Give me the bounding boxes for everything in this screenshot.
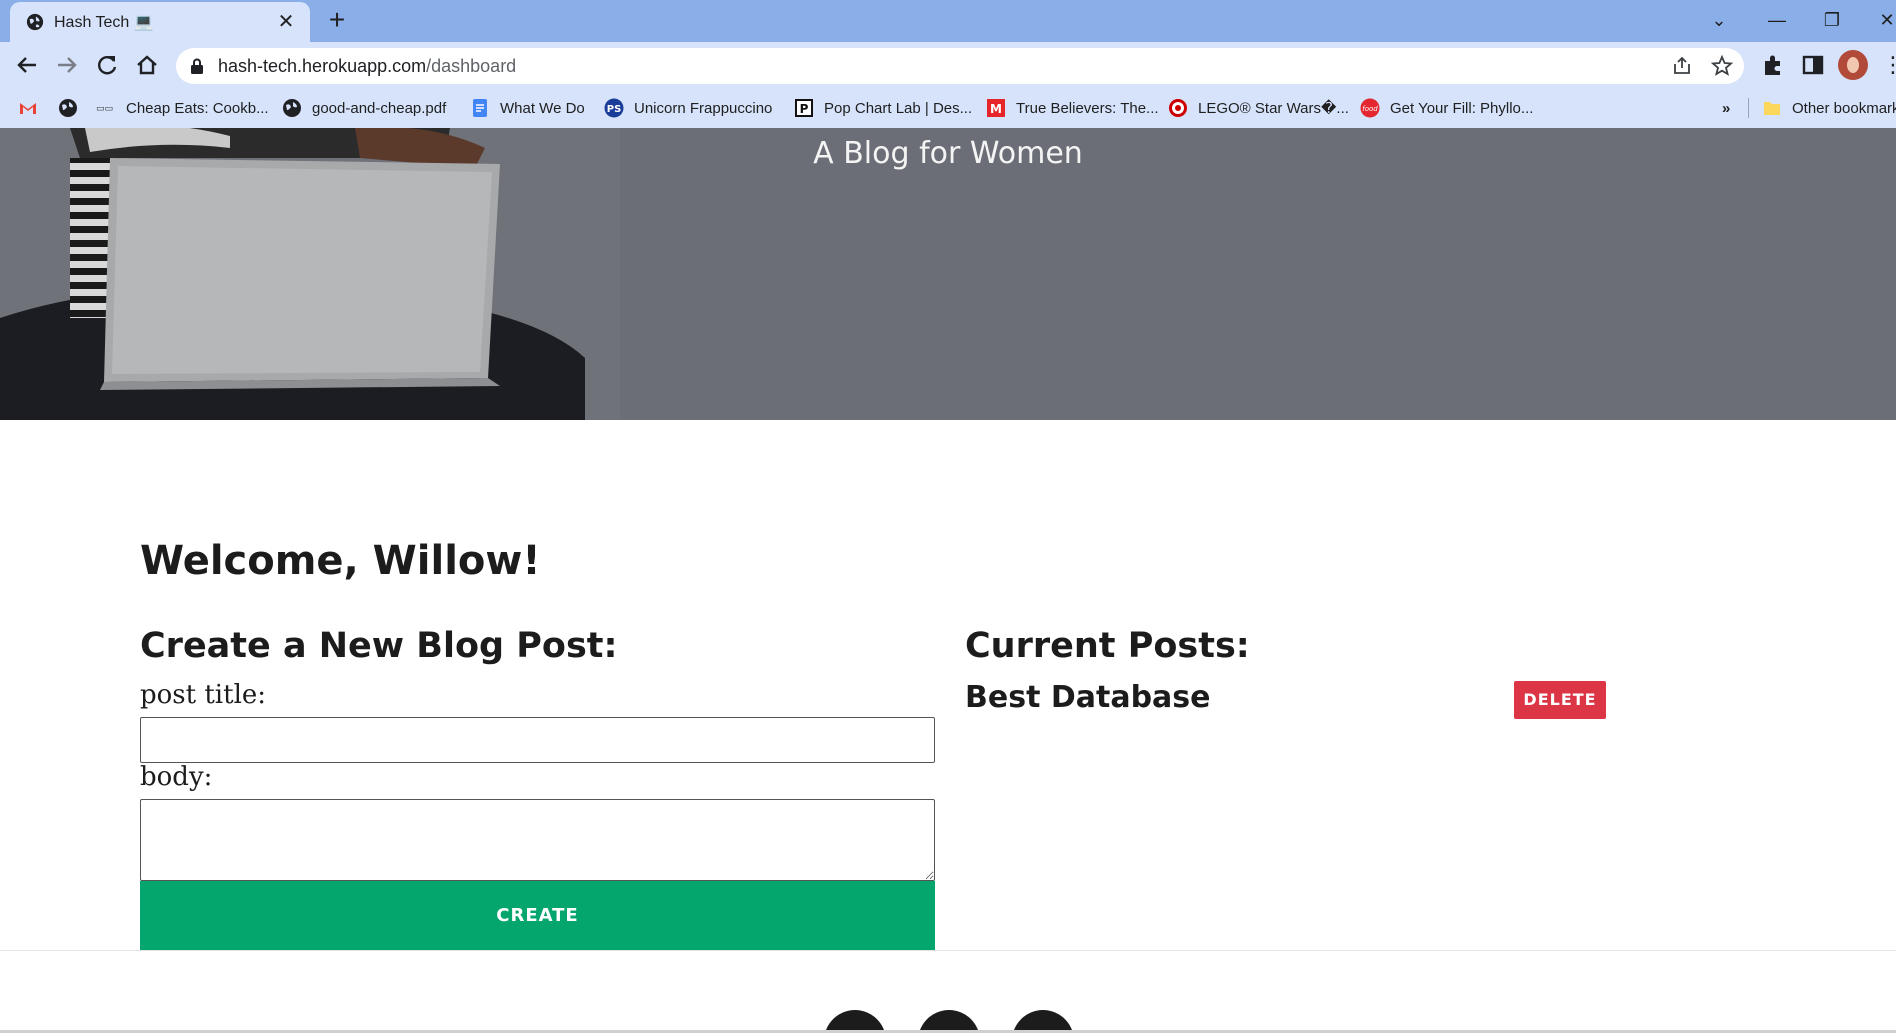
- create-post-heading: Create a New Blog Post:: [140, 626, 618, 666]
- gmail-icon: [20, 103, 36, 114]
- globe-icon: [26, 13, 44, 31]
- bookmark-label: Unicorn Frappuccino: [634, 99, 773, 117]
- bookmark-label: Cheap Eats: Cookb...: [126, 99, 269, 117]
- folder-icon: [1764, 102, 1780, 115]
- welcome-heading: Welcome, Willow!: [140, 538, 541, 584]
- hero-image: [0, 128, 620, 420]
- bookmark-label: Get Your Fill: Phyllo...: [1390, 99, 1534, 117]
- svg-text:food: food: [1362, 105, 1378, 113]
- current-posts-heading: Current Posts:: [965, 626, 1250, 666]
- other-bookmarks[interactable]: Other bookmarks: [1762, 96, 1896, 120]
- globe-icon: [283, 99, 301, 117]
- create-button[interactable]: CREATE: [140, 881, 935, 951]
- bookmark-label: LEGO® Star Wars�...: [1198, 100, 1349, 117]
- address-bar[interactable]: hash-tech.herokuapp.com/dashboard: [176, 48, 1744, 84]
- star-icon[interactable]: [1710, 54, 1734, 78]
- browser-tab[interactable]: Hash Tech 💻 ✕: [10, 2, 310, 42]
- docs-icon: [473, 99, 487, 117]
- bookmark-label: What We Do: [500, 99, 585, 117]
- url-text: hash-tech.herokuapp.com/dashboard: [218, 56, 516, 77]
- minimize-button[interactable]: —: [1750, 0, 1804, 42]
- avatar-face: [1847, 57, 1859, 73]
- p-icon: P: [795, 99, 813, 117]
- bookmarks-overflow-button[interactable]: »: [1722, 96, 1730, 120]
- extensions-icon[interactable]: [1760, 52, 1786, 78]
- close-window-button[interactable]: ✕: [1860, 0, 1896, 42]
- close-tab-icon[interactable]: ✕: [272, 8, 300, 36]
- bookmarks-divider: [1748, 98, 1749, 118]
- bookmark-label: Pop Chart Lab | Des...: [824, 99, 973, 117]
- bookmark-item[interactable]: LEGO® Star Wars�...: [1168, 96, 1349, 120]
- svg-text:PS: PS: [607, 104, 622, 115]
- hero-tagline: A Blog for Women: [813, 136, 1083, 171]
- lock-icon: [191, 58, 203, 74]
- side-panel-icon[interactable]: [1800, 52, 1826, 78]
- marvel-icon: M: [987, 99, 1005, 117]
- bookmark-item[interactable]: M True Believers: The...: [986, 96, 1159, 120]
- post-title-input[interactable]: [140, 717, 935, 763]
- globe-icon: [59, 99, 77, 117]
- hero-banner: A Blog for Women: [0, 128, 1896, 420]
- tab-search-icon[interactable]: ⌄: [1692, 0, 1746, 42]
- bookmarks-bar: ▭▭ Cheap Eats: Cookb... good-and-cheap.p…: [0, 88, 1896, 128]
- share-icon[interactable]: [1670, 54, 1694, 78]
- site-icon: ▭▭: [96, 103, 114, 113]
- food-icon: food: [1360, 98, 1380, 118]
- post-body-label: body:: [140, 762, 213, 792]
- reload-icon[interactable]: [92, 50, 122, 80]
- url-host: hash-tech.herokuapp.com: [218, 56, 427, 76]
- bookmark-item[interactable]: What We Do: [470, 96, 585, 120]
- bookmark-globe[interactable]: [58, 96, 88, 120]
- browser-toolbar: hash-tech.herokuapp.com/dashboard ⋮: [0, 42, 1896, 88]
- bookmark-item[interactable]: P Pop Chart Lab | Des...: [794, 96, 972, 120]
- bookmark-item[interactable]: ▭▭ Cheap Eats: Cookb...: [96, 96, 269, 120]
- avatar[interactable]: [1838, 50, 1868, 80]
- target-icon: [1169, 99, 1187, 117]
- bookmark-label: True Believers: The...: [1016, 99, 1159, 117]
- delete-button[interactable]: DELETE: [1514, 681, 1606, 719]
- restore-button[interactable]: ❐: [1805, 0, 1859, 42]
- post-title-link[interactable]: Best Database: [965, 680, 1211, 715]
- home-icon[interactable]: [132, 50, 162, 80]
- tab-strip: Hash Tech 💻 ✕ + ⌄ — ❐ ✕: [0, 0, 1896, 42]
- new-tab-button[interactable]: +: [322, 6, 352, 36]
- post-title-label: post title:: [140, 680, 267, 710]
- url-path: /dashboard: [426, 56, 517, 76]
- ps-icon: PS: [604, 98, 624, 118]
- post-body-textarea[interactable]: [140, 799, 935, 881]
- svg-text:P: P: [800, 102, 809, 116]
- other-bookmarks-label: Other bookmarks: [1792, 99, 1896, 117]
- back-arrow-icon[interactable]: [12, 50, 42, 80]
- bookmark-item[interactable]: food Get Your Fill: Phyllo...: [1360, 96, 1533, 120]
- footer-divider: [0, 950, 1896, 951]
- bookmark-item[interactable]: PS Unicorn Frappuccino: [604, 96, 772, 120]
- bookmark-gmail[interactable]: [18, 96, 48, 120]
- svg-text:M: M: [990, 102, 1002, 116]
- bookmark-item[interactable]: good-and-cheap.pdf: [282, 96, 446, 120]
- bookmark-label: good-and-cheap.pdf: [312, 99, 447, 117]
- forward-arrow-icon[interactable]: [52, 50, 82, 80]
- menu-icon[interactable]: ⋮: [1882, 52, 1896, 78]
- tab-title: Hash Tech 💻: [54, 14, 154, 31]
